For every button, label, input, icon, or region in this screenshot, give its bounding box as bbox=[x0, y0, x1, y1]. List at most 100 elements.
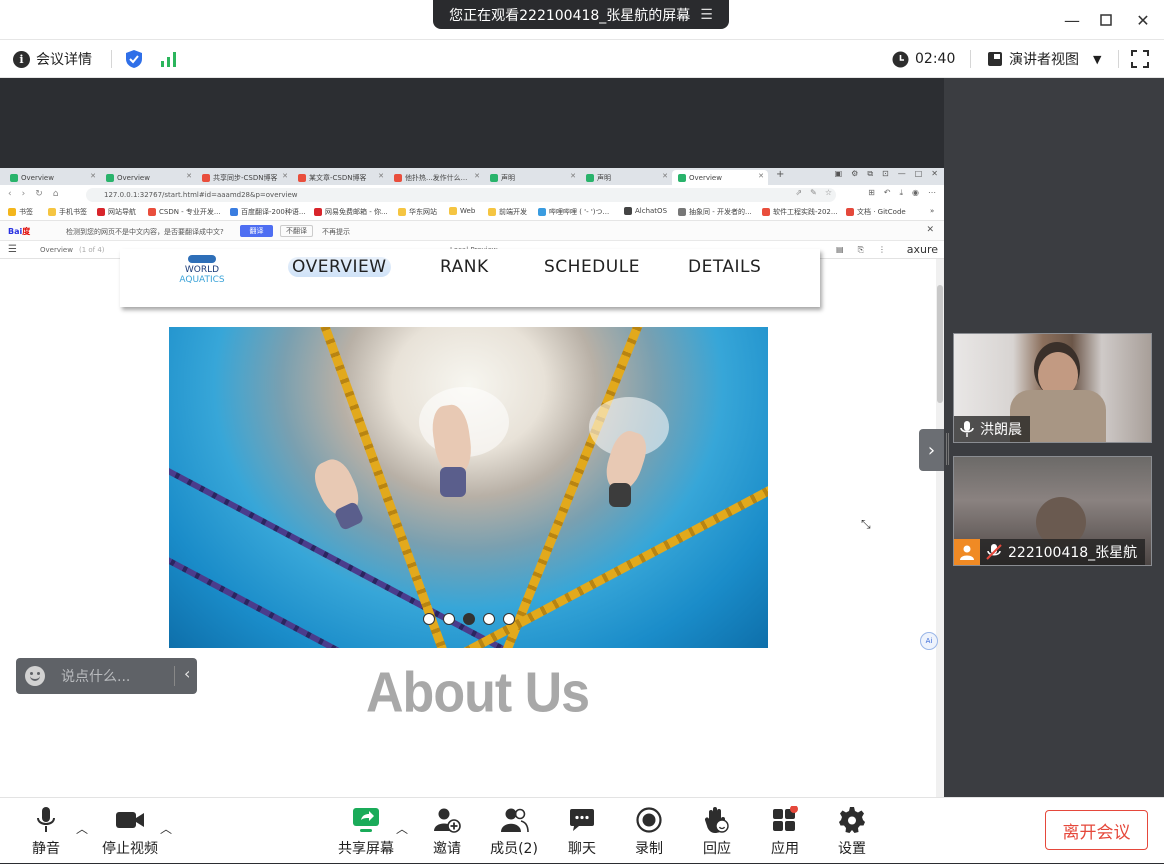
undo-icon[interactable]: ↶ bbox=[884, 188, 891, 198]
forward-icon[interactable]: › bbox=[22, 189, 26, 199]
close-tab-icon[interactable]: ✕ bbox=[662, 172, 668, 180]
browser-tab[interactable]: 声明 ✕ bbox=[580, 170, 672, 185]
fullscreen-icon[interactable] bbox=[1131, 40, 1149, 78]
bookmark-item[interactable]: 网站导航 bbox=[97, 207, 136, 217]
chevron-up-icon[interactable]: ︿ bbox=[160, 820, 172, 836]
share-banner[interactable]: 您正在观看222100418_张星航的屏幕 ☰ bbox=[433, 0, 729, 29]
hero-carousel-image[interactable] bbox=[169, 327, 768, 648]
browser-tool-icon[interactable]: ⧉ bbox=[867, 169, 873, 179]
carousel-dot[interactable] bbox=[483, 613, 495, 625]
extensions-icon[interactable]: ⊞ bbox=[868, 188, 875, 198]
close-icon[interactable]: ✕ bbox=[931, 169, 938, 179]
stop-video-button[interactable]: 停止视频 bbox=[95, 798, 165, 864]
browser-tab[interactable]: Overview ✕ bbox=[100, 170, 196, 185]
leave-meeting-button[interactable]: 离开会议 bbox=[1045, 810, 1148, 850]
carousel-dot[interactable] bbox=[423, 613, 435, 625]
bookmark-item[interactable]: AlchatOS bbox=[624, 207, 667, 215]
browser-tab[interactable]: 声明 ✕ bbox=[484, 170, 580, 185]
mute-button[interactable]: 静音 bbox=[11, 798, 81, 864]
browser-tool-icon[interactable]: ⚙ bbox=[851, 169, 858, 179]
bookmark-item[interactable]: 前端开发 bbox=[488, 207, 527, 217]
extension-icon[interactable]: ✎ bbox=[810, 188, 817, 197]
bookmark-item[interactable]: Web bbox=[449, 207, 475, 215]
settings-button[interactable]: 设置 bbox=[817, 798, 887, 864]
menu-icon[interactable]: ☰ bbox=[700, 7, 713, 23]
address-bar[interactable]: 127.0.0.1:32767/start.html#id=aaamd28&p=… bbox=[86, 188, 836, 202]
bookmark-item[interactable]: 百度翻译-200种语... bbox=[230, 207, 306, 217]
scrollbar-thumb[interactable] bbox=[937, 285, 943, 403]
ai-assistant-icon[interactable]: Ai bbox=[920, 632, 938, 650]
browser-tool-icon[interactable]: ▣ bbox=[835, 169, 843, 179]
close-tab-icon[interactable]: ✕ bbox=[758, 172, 764, 180]
participant-video-tile[interactable]: 222100418_张星航 bbox=[953, 456, 1152, 566]
bookmark-item[interactable]: CSDN - 专业开发... bbox=[148, 207, 221, 217]
record-button[interactable]: 录制 bbox=[614, 798, 684, 864]
collapse-panel-button[interactable]: › bbox=[919, 429, 944, 471]
minimize-icon[interactable]: — bbox=[898, 169, 906, 179]
nav-overview[interactable]: OVERVIEW bbox=[288, 257, 391, 277]
close-tab-icon[interactable]: ✕ bbox=[474, 172, 480, 180]
nav-details[interactable]: DETAILS bbox=[688, 257, 761, 277]
browser-tab[interactable]: 某文章-CSDN博客 ✕ bbox=[292, 170, 388, 185]
members-button[interactable]: 成员(2) bbox=[479, 798, 549, 864]
home-icon[interactable]: ⌂ bbox=[53, 189, 59, 199]
collapse-chevron-icon[interactable]: ‹ bbox=[184, 664, 190, 683]
close-icon[interactable]: ✕ bbox=[926, 225, 934, 235]
bookmark-item[interactable]: 网易免费邮箱 - 你... bbox=[314, 207, 388, 217]
reactions-button[interactable]: 回应 bbox=[682, 798, 752, 864]
browser-tab[interactable]: Overview ✕ bbox=[4, 170, 100, 185]
close-tab-icon[interactable]: ✕ bbox=[570, 172, 576, 180]
bookmark-item[interactable]: 文档 · GitCode bbox=[846, 207, 906, 217]
bookmark-item[interactable]: 手机书签 bbox=[48, 207, 87, 217]
bookmark-item[interactable]: 华东网站 bbox=[398, 207, 437, 217]
close-tab-icon[interactable]: ✕ bbox=[90, 172, 96, 180]
page-scrollbar[interactable] bbox=[936, 259, 944, 807]
new-tab-icon[interactable]: + bbox=[776, 169, 784, 180]
share-icon[interactable]: ⇗ bbox=[795, 188, 802, 197]
more-icon[interactable]: ⋮ bbox=[878, 245, 886, 255]
share-icon[interactable]: ⎘ bbox=[858, 245, 864, 255]
signal-icon[interactable] bbox=[160, 40, 178, 78]
maximize-icon[interactable] bbox=[1094, 8, 1118, 32]
browser-tool-icon[interactable]: ⊡ bbox=[882, 169, 889, 179]
close-icon[interactable]: ✕ bbox=[1131, 8, 1155, 32]
minimize-icon[interactable]: — bbox=[1060, 8, 1084, 32]
download-icon[interactable]: ⤓ bbox=[899, 188, 903, 198]
profile-icon[interactable]: ◉ bbox=[912, 188, 919, 198]
back-icon[interactable]: ‹ bbox=[8, 189, 12, 199]
security-icon[interactable] bbox=[125, 40, 143, 78]
bookmark-item[interactable]: 软件工程实践-202... bbox=[762, 207, 838, 217]
nav-rank[interactable]: RANK bbox=[440, 257, 489, 277]
chat-button[interactable]: 聊天 bbox=[547, 798, 617, 864]
panel-resize-handle[interactable] bbox=[946, 433, 949, 465]
share-screen-button[interactable]: 共享屏幕 bbox=[331, 798, 401, 864]
more-icon[interactable]: ⋯ bbox=[928, 188, 936, 198]
carousel-dot-active[interactable] bbox=[463, 613, 475, 625]
star-icon[interactable]: ☆ bbox=[825, 188, 832, 197]
bookmark-item[interactable]: 抽象同 - 开发者的... bbox=[678, 207, 752, 217]
axure-page-selector[interactable]: Overview (1 of 4) bbox=[40, 246, 105, 254]
meeting-details-button[interactable]: i 会议详情 bbox=[13, 40, 92, 78]
view-mode-dropdown[interactable]: 演讲者视图 ▼ bbox=[987, 40, 1101, 78]
close-tab-icon[interactable]: ✕ bbox=[282, 172, 288, 180]
bookmark-item[interactable]: 哔哩哔哩 ( '- ')つ... bbox=[538, 207, 609, 217]
chevron-up-icon[interactable]: ︿ bbox=[396, 820, 408, 836]
world-aquatics-logo[interactable]: WORLD AQUATICS bbox=[170, 255, 234, 285]
translate-button[interactable]: 翻译 bbox=[240, 225, 273, 237]
notes-icon[interactable]: ▤ bbox=[836, 245, 844, 255]
participant-video-tile[interactable]: 洪朗晨 bbox=[953, 333, 1152, 443]
close-tab-icon[interactable]: ✕ bbox=[186, 172, 192, 180]
nav-schedule[interactable]: SCHEDULE bbox=[544, 257, 640, 277]
browser-tab-active[interactable]: Overview ✕ bbox=[672, 170, 768, 185]
carousel-dot[interactable] bbox=[443, 613, 455, 625]
never-prompt-link[interactable]: 不再提示 bbox=[322, 227, 350, 237]
browser-tab[interactable]: 他扑热...发作什么... ✕ bbox=[388, 170, 484, 185]
close-tab-icon[interactable]: ✕ bbox=[378, 172, 384, 180]
reload-icon[interactable]: ↻ bbox=[35, 189, 43, 199]
menu-icon[interactable]: ☰ bbox=[8, 244, 17, 255]
chevron-up-icon[interactable]: ︿ bbox=[76, 820, 88, 836]
browser-tab[interactable]: 共享同步-CSDN博客 ✕ bbox=[196, 170, 292, 185]
no-translate-button[interactable]: 不翻译 bbox=[280, 225, 313, 237]
more-bookmarks-icon[interactable]: » bbox=[930, 207, 934, 215]
chat-quick-input[interactable]: 说点什么... ‹ bbox=[16, 658, 197, 694]
